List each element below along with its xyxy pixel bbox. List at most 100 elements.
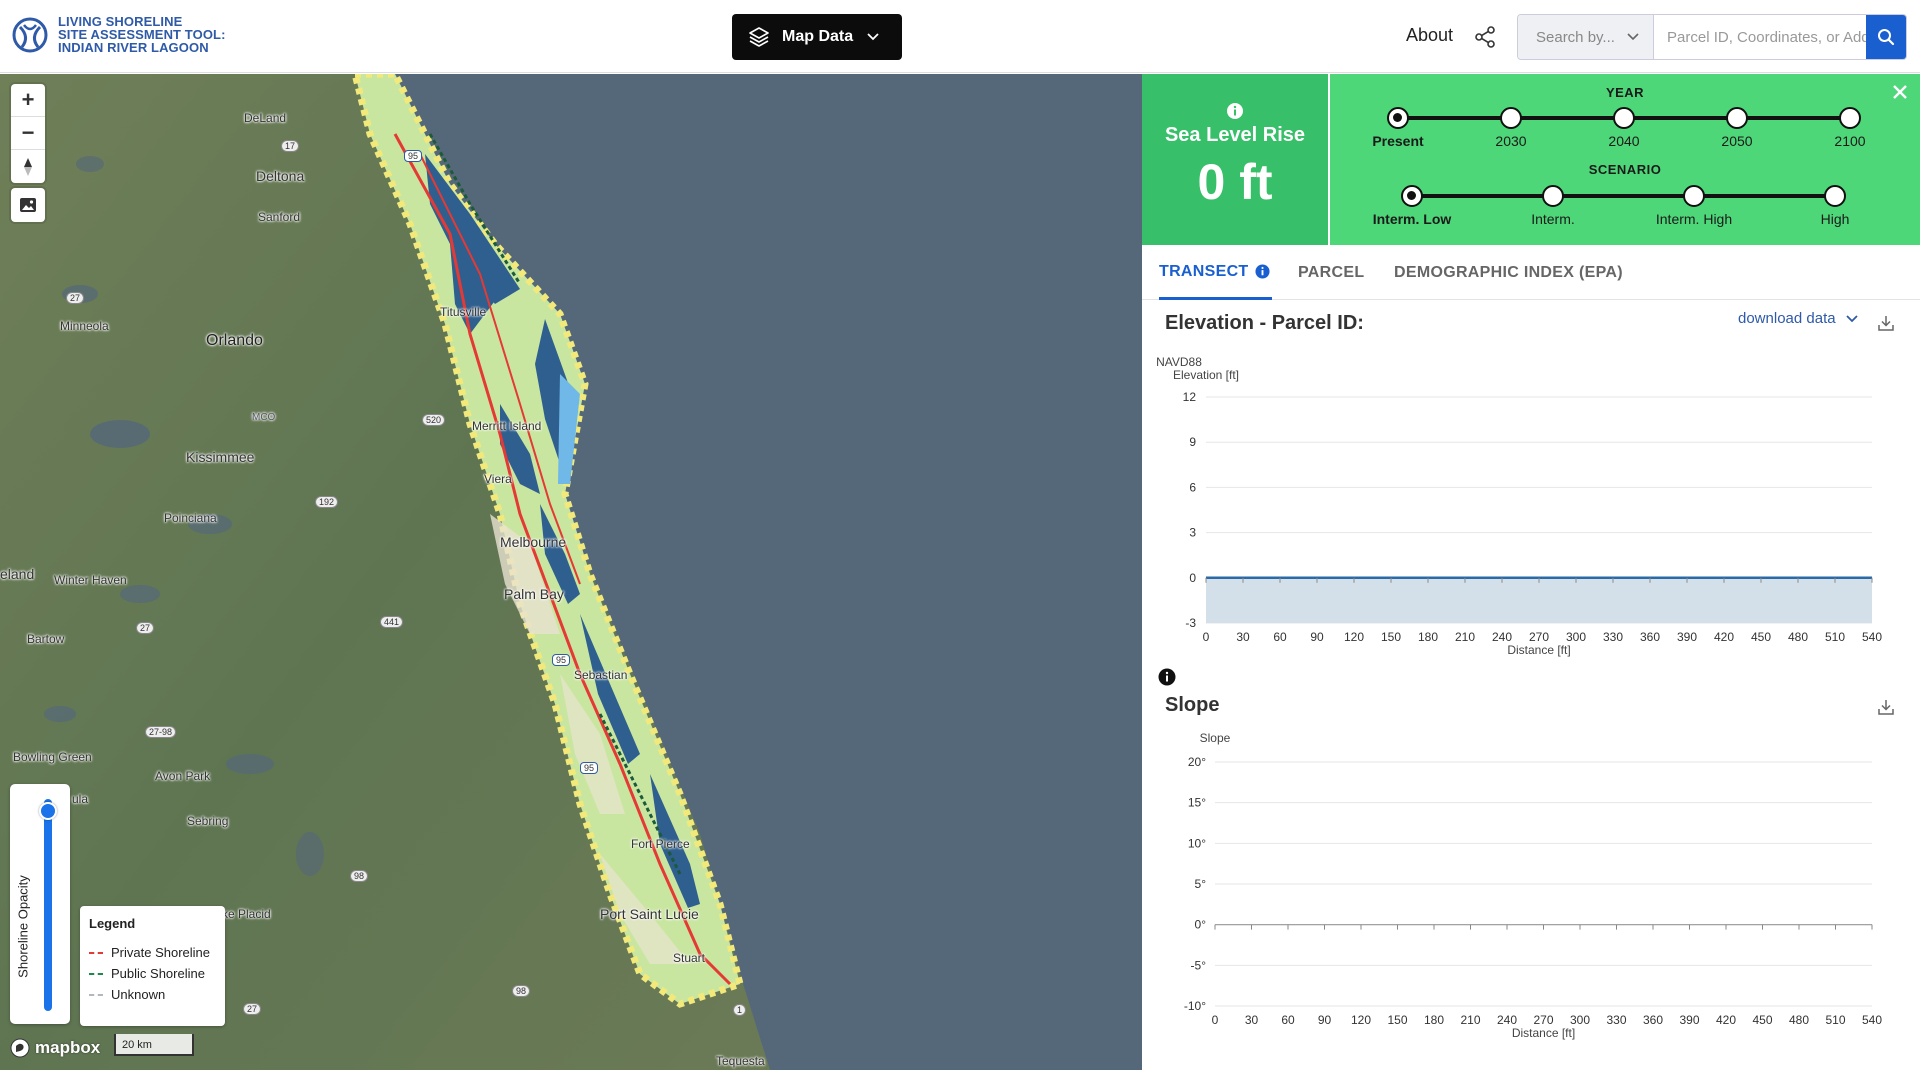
map-view[interactable]: DeLand Deltona Sanford Minneola Orlando … — [0, 74, 1142, 1070]
year-stop[interactable] — [1387, 107, 1409, 129]
map-label-stuart: Stuart — [673, 951, 706, 965]
image-export-button[interactable] — [11, 188, 45, 222]
x-tick-label: 150 — [1381, 630, 1401, 644]
map-label-orlando: Orlando — [206, 332, 263, 349]
map-label-titusville: Titusville — [440, 305, 487, 319]
map-navigation-control: + − — [11, 84, 45, 183]
map-label-lake-placid: ke Placid — [222, 907, 271, 921]
x-tick-label: 420 — [1714, 630, 1734, 644]
legend-title: Legend — [89, 916, 136, 931]
scenario-stop[interactable] — [1401, 185, 1423, 207]
legend-label: Unknown — [111, 987, 166, 1002]
zoom-out-button[interactable]: − — [11, 117, 45, 150]
road-shield-i95: 95 — [552, 654, 571, 666]
x-tick-label: 60 — [1281, 1013, 1295, 1027]
x-tick-label: 360 — [1640, 630, 1660, 644]
about-link[interactable]: About — [1406, 25, 1453, 46]
y-axis-label: NAVD88 — [1156, 355, 1202, 369]
search-input[interactable] — [1654, 15, 1867, 59]
year-label[interactable]: 2040 — [1564, 133, 1684, 149]
sea-level-rise-value: 0 ft — [1197, 154, 1273, 210]
road-shield-27-98: 27-98 — [145, 726, 177, 738]
download-data-label: download data — [1738, 310, 1836, 327]
x-tick-label: 420 — [1716, 1013, 1736, 1027]
year-label[interactable]: Present — [1338, 133, 1458, 149]
x-tick-label: 150 — [1387, 1013, 1407, 1027]
x-tick-label: 360 — [1643, 1013, 1663, 1027]
map-label-winter-haven: Winter Haven — [54, 573, 127, 587]
year-stop[interactable] — [1613, 107, 1635, 129]
x-tick-label: 30 — [1236, 630, 1250, 644]
x-tick-label: 210 — [1455, 630, 1475, 644]
scenario-stop[interactable] — [1824, 185, 1846, 207]
x-tick-label: 480 — [1789, 1013, 1809, 1027]
compass-button[interactable] — [11, 150, 45, 183]
panel-tabs: TRANSECT PARCEL DEMOGRAPHIC INDEX (EPA) — [1142, 246, 1920, 300]
logo-line-3: INDIAN RIVER LAGOON — [58, 40, 209, 55]
y-tick-label: 20° — [1188, 755, 1206, 769]
map-label-melbourne: Melbourne — [500, 534, 567, 550]
map-data-label: Map Data — [782, 28, 854, 45]
x-tick-label: 90 — [1310, 630, 1324, 644]
x-tick-label: 0 — [1212, 1013, 1219, 1027]
map-data-button[interactable]: Map Data — [732, 14, 902, 60]
year-label[interactable]: 2050 — [1677, 133, 1797, 149]
scenario-slider-track[interactable] — [1412, 194, 1835, 198]
opacity-slider-thumb[interactable] — [39, 802, 57, 820]
map-label-bowling-green: Bowling Green — [13, 750, 92, 764]
x-tick-label: 210 — [1460, 1013, 1480, 1027]
scenario-label[interactable]: Interm. — [1493, 211, 1613, 227]
y-tick-label: -5° — [1191, 958, 1207, 972]
year-stop[interactable] — [1839, 107, 1861, 129]
x-tick-label: 240 — [1492, 630, 1512, 644]
layers-icon — [749, 27, 769, 47]
year-label[interactable]: 2100 — [1790, 133, 1910, 149]
x-tick-label: 330 — [1603, 630, 1623, 644]
scenario-selector: YEAR Present 2030 2040 2050 2100 SCENARIO In… — [1330, 74, 1920, 245]
x-tick-label: 90 — [1318, 1013, 1332, 1027]
info-icon[interactable] — [1254, 264, 1270, 279]
info-icon[interactable] — [1158, 668, 1176, 686]
y-tick-label: -3 — [1185, 616, 1196, 630]
y-axis-label: Elevation [ft] — [1173, 368, 1239, 382]
scenario-label[interactable]: High — [1775, 211, 1895, 227]
year-slider-title: YEAR — [1605, 85, 1645, 100]
x-tick-label: 300 — [1566, 630, 1586, 644]
tab-transect[interactable]: TRANSECT — [1159, 246, 1272, 300]
app-header: LIVING SHORELINE SITE ASSESSMENT TOOL: I… — [0, 0, 1920, 73]
scenario-label[interactable]: Interm. High — [1634, 211, 1754, 227]
search-by-select[interactable]: Search by... — [1518, 15, 1655, 59]
mapbox-logo[interactable]: mapbox — [10, 1038, 100, 1058]
map-label-viera: Viera — [484, 472, 512, 486]
tab-demographic-index[interactable]: DEMOGRAPHIC INDEX (EPA) — [1394, 246, 1623, 300]
y-tick-label: 0° — [1195, 918, 1207, 932]
info-icon[interactable] — [1226, 102, 1244, 120]
year-stop[interactable] — [1500, 107, 1522, 129]
zoom-in-button[interactable]: + — [11, 84, 45, 117]
tab-parcel[interactable]: PARCEL — [1298, 246, 1364, 300]
search-button[interactable] — [1866, 15, 1906, 59]
map-label-mco: MCO — [252, 412, 276, 423]
year-stop[interactable] — [1726, 107, 1748, 129]
opacity-label: Shoreline Opacity — [15, 875, 31, 978]
download-icon[interactable] — [1877, 314, 1895, 332]
x-tick-label: 120 — [1344, 630, 1364, 644]
legend-swatch — [89, 993, 103, 996]
y-tick-label: 6 — [1189, 480, 1196, 494]
app-logo[interactable]: LIVING SHORELINE SITE ASSESSMENT TOOL: I… — [12, 15, 226, 54]
year-label[interactable]: 2030 — [1451, 133, 1571, 149]
scenario-label[interactable]: Interm. Low — [1352, 211, 1472, 227]
opacity-slider-track[interactable] — [44, 799, 52, 1011]
scenario-stop[interactable] — [1683, 185, 1705, 207]
share-icon[interactable] — [1474, 26, 1496, 48]
download-data-dropdown[interactable]: download data — [1738, 310, 1858, 327]
shoreline-opacity-control: Shoreline Opacity — [10, 784, 70, 1024]
x-tick-label: 30 — [1245, 1013, 1259, 1027]
scenario-stop[interactable] — [1542, 185, 1564, 207]
road-shield-1: 1 — [733, 1004, 747, 1016]
download-icon[interactable] — [1877, 698, 1895, 716]
slope-chart: Slope 20° 15° 10° 5° 0° -5° -10° 0 30 60 90 120 150 18… — [1184, 731, 1882, 1040]
x-tick-label: 240 — [1497, 1013, 1517, 1027]
x-tick-label: 0 — [1203, 630, 1210, 644]
x-tick-label: 300 — [1570, 1013, 1590, 1027]
